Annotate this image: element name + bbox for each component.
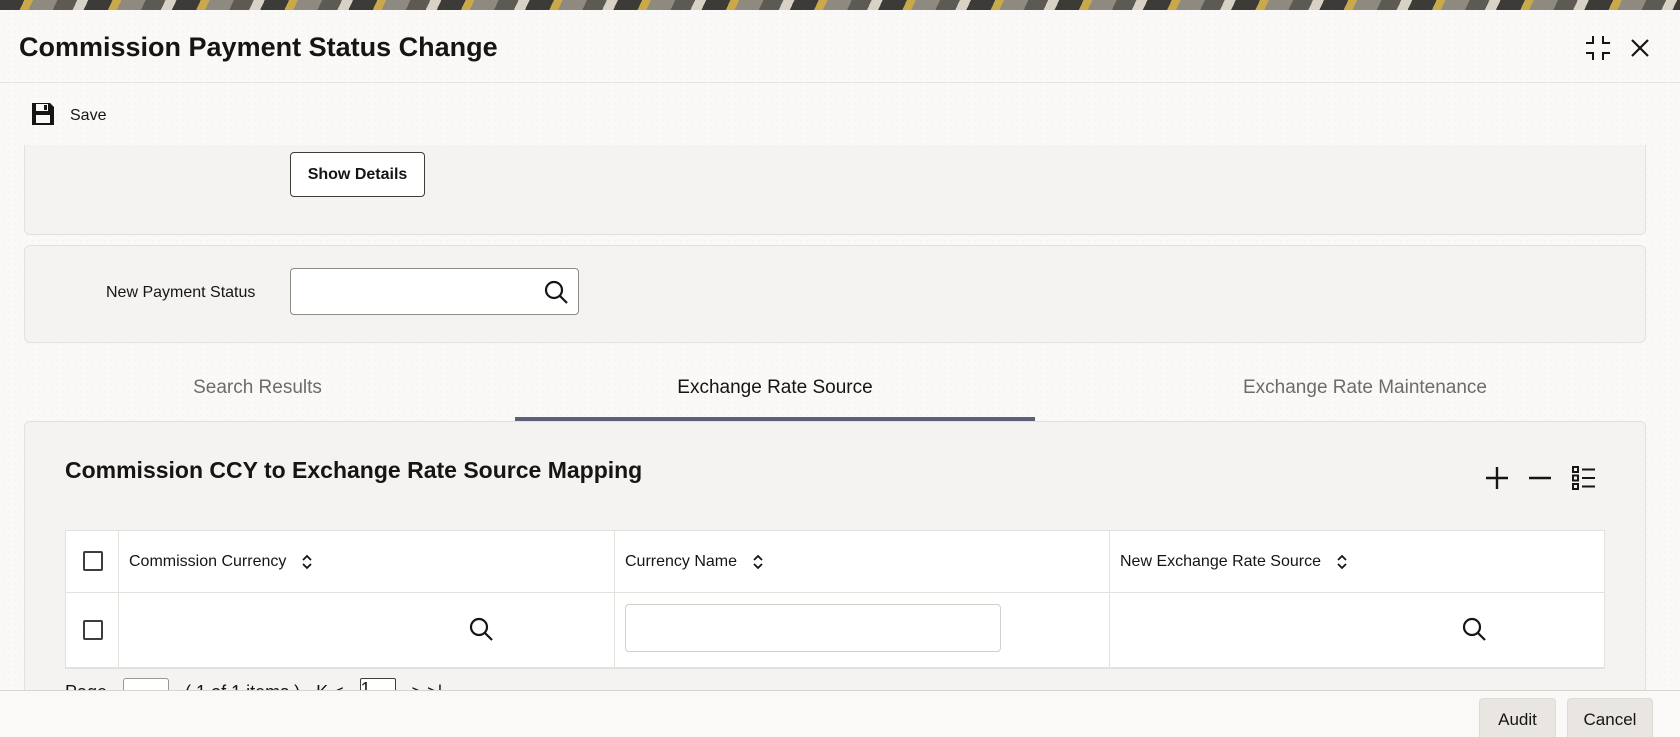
column-header-currency-name[interactable]: Currency Name [625, 553, 765, 571]
search-icon[interactable] [542, 278, 570, 306]
table-header-row: Commission Currency Currency Name New Ex… [66, 531, 1604, 593]
select-all-cell [66, 531, 119, 592]
audit-button[interactable]: Audit [1479, 698, 1556, 737]
column-label: Currency Name [625, 553, 738, 570]
dialog-footer: Audit Cancel [0, 690, 1680, 737]
floppy-disk-icon [30, 101, 56, 132]
section-title: Commission CCY to Exchange Rate Source M… [65, 457, 643, 483]
commission-currency-cell [119, 593, 615, 667]
tab-bar: Search Results Exchange Rate Source Exch… [0, 355, 1680, 421]
page-title: Commission Payment Status Change [19, 32, 498, 62]
dialog-window: Commission Payment Status Change Save Sh… [0, 10, 1680, 737]
select-all-checkbox[interactable] [83, 551, 103, 571]
column-label: New Exchange Rate Source [1120, 553, 1321, 570]
currency-name-input[interactable] [625, 604, 1001, 652]
column-new-exchange-rate-source: New Exchange Rate Source [1110, 531, 1606, 592]
column-header-commission-currency[interactable]: Commission Currency [129, 553, 314, 571]
show-details-button[interactable]: Show Details [290, 152, 425, 197]
add-row-icon[interactable] [1481, 462, 1513, 494]
currency-name-cell [615, 593, 1110, 667]
close-icon[interactable] [1622, 30, 1658, 66]
title-divider [0, 82, 1680, 83]
cancel-button[interactable]: Cancel [1567, 698, 1653, 737]
decorative-header-stripe [0, 0, 1680, 10]
sort-icon [753, 554, 763, 570]
tab-exchange-rate-source[interactable]: Exchange Rate Source [515, 355, 1035, 421]
search-icon[interactable] [467, 615, 495, 643]
table-row [66, 593, 1604, 668]
single-record-view-icon[interactable] [1568, 462, 1600, 494]
row-checkbox[interactable] [83, 620, 103, 640]
status-panel: New Payment Status [24, 245, 1646, 343]
collapse-corners-icon[interactable] [1580, 30, 1616, 66]
save-label: Save [70, 107, 107, 124]
row-select-cell [66, 593, 119, 667]
tab-exchange-rate-maintenance[interactable]: Exchange Rate Maintenance [1035, 355, 1680, 421]
new-payment-status-label: New Payment Status [106, 284, 256, 301]
search-icon[interactable] [1460, 615, 1488, 643]
details-panel: Show Details [24, 145, 1646, 235]
new-payment-status-field [290, 268, 579, 315]
column-header-new-exchange-rate-source[interactable]: New Exchange Rate Source [1120, 553, 1349, 571]
new-exchange-rate-source-cell [1110, 593, 1606, 667]
sort-icon [1337, 554, 1347, 570]
column-commission-currency: Commission Currency [119, 531, 615, 592]
column-currency-name: Currency Name [615, 531, 1110, 592]
mapping-table: Commission Currency Currency Name New Ex… [65, 530, 1605, 669]
remove-row-icon[interactable] [1524, 462, 1556, 494]
sort-icon [302, 554, 313, 570]
tab-search-results[interactable]: Search Results [0, 355, 515, 421]
column-label: Commission Currency [129, 553, 287, 570]
save-button[interactable]: Save [30, 100, 106, 132]
title-bar: Commission Payment Status Change [0, 10, 1680, 82]
new-payment-status-input[interactable] [291, 269, 521, 314]
